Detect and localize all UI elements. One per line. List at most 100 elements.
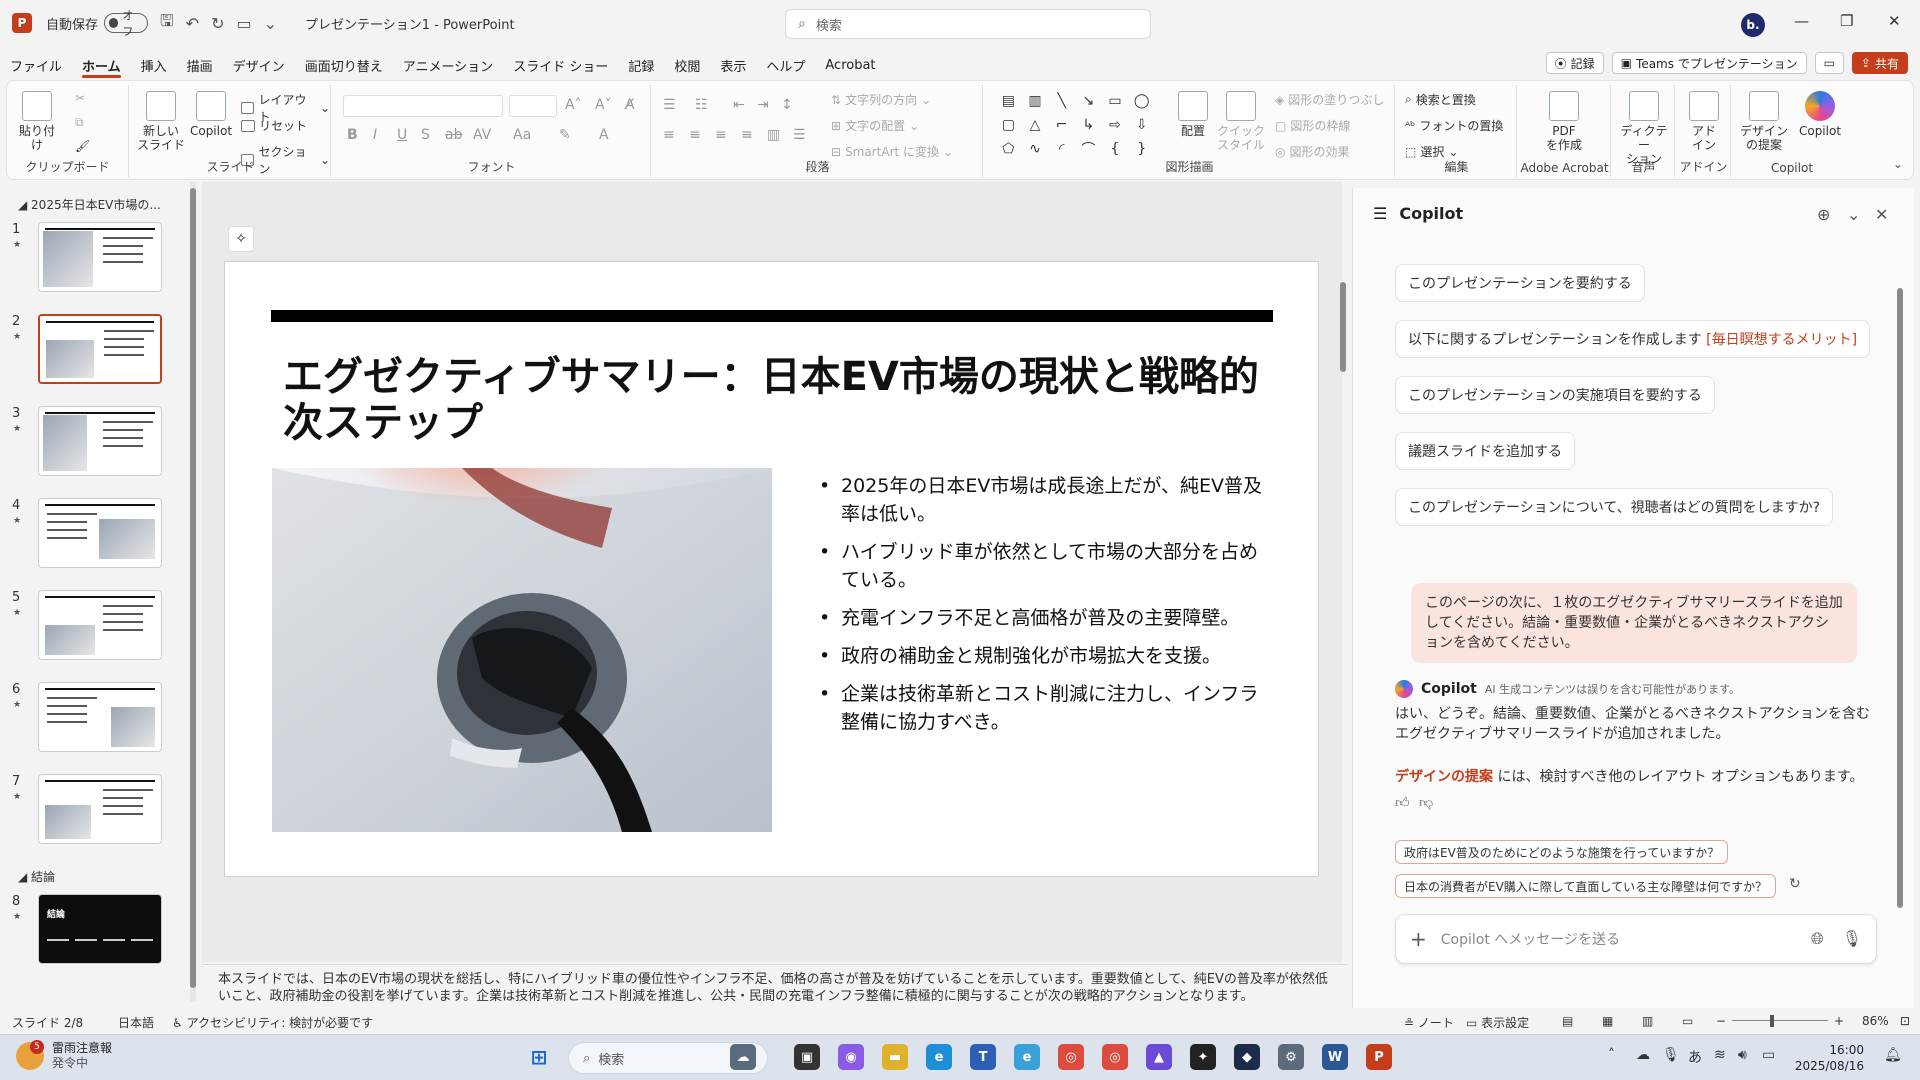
thumbnail-scroll-thumb[interactable] [190,188,196,988]
copilot-menu-icon[interactable]: ☰ [1373,204,1387,223]
cut-icon[interactable]: ✂ [75,91,85,105]
line-spacing-icon[interactable]: ↕ [781,97,793,113]
vertical-textbox-shape-icon[interactable]: ▥ [1028,93,1041,109]
widgets-icon[interactable]: ☁ [730,1044,756,1070]
suggestion-agenda-slide[interactable]: 議題スライドを追加する [1395,432,1575,470]
paste-button[interactable]: 貼り付け [15,91,59,152]
new-chat-icon[interactable]: ⊕ [1817,205,1830,224]
microphone-icon[interactable]: 🎙︎ [1842,929,1862,949]
thumbs-up-icon[interactable]: 👍︎ [1395,794,1410,811]
bold-icon[interactable]: B [347,127,358,143]
powerpoint-taskbar-icon[interactable]: P [1366,1044,1392,1070]
line-shape-icon[interactable]: ╲ [1057,93,1065,109]
textbox-shape-icon[interactable]: ▤ [1002,93,1015,109]
windows-start-icon[interactable]: ⊞ [526,1044,552,1070]
suggestion-action-items[interactable]: このプレゼンテーションの実施項目を要約する [1395,376,1715,414]
shapes-gallery[interactable]: ▤ ▥ ╲ ↘ ▭ ◯ ▢ △ ⌐ ↳ ⇨ ⇩ ⬠ ∿ ◜ ⌒ {} [995,89,1155,161]
speaker-notes[interactable]: 本スライドでは、日本のEV市場の現状を総括し、特にハイブリッド車の優位性やインフ… [202,964,1348,1008]
copy-icon[interactable]: ⧉ [75,115,84,130]
present-from-start-icon[interactable]: ▭ [236,14,251,33]
shape-fill-button[interactable]: ◈ 図形の塗りつぶし [1275,91,1384,108]
shadow-icon[interactable]: S [421,127,430,143]
teams-app-icon[interactable]: T [970,1044,996,1070]
designer-link[interactable]: デザインの提案 [1395,769,1493,785]
designer-button[interactable]: デザイン の提案 [1737,91,1791,152]
comments-button[interactable]: ▭ [1814,52,1844,74]
slide-scrollbar[interactable] [1338,182,1348,962]
copilot-button[interactable]: Copilot [1795,91,1845,138]
edge-icon[interactable]: e [926,1044,952,1070]
tab-11[interactable]: ヘルプ [756,52,815,78]
battery-icon[interactable]: ▭ [1762,1047,1775,1063]
find-replace-button[interactable]: ⌕ 検索と置換 [1405,91,1476,108]
text-direction-button[interactable]: ⇅ 文字列の方向 ⌄ [831,91,931,108]
increase-indent-icon[interactable]: ⇥ [757,97,769,113]
redo-icon[interactable]: ↻ [211,14,224,33]
tab-7[interactable]: スライド ショー [503,52,618,78]
chrome-icon[interactable]: ◎ [1058,1044,1084,1070]
collapse-ribbon-icon[interactable]: ⌄ [1893,157,1903,171]
copilot-app-icon[interactable]: ◉ [838,1044,864,1070]
dictate-button[interactable]: ディクテー ション [1617,91,1671,166]
addins-button[interactable]: アド イン [1683,91,1725,152]
format-painter-icon[interactable]: 🖌 [75,139,90,153]
zoom-in-icon[interactable]: + [1834,1014,1844,1028]
tab-5[interactable]: 画面切り替え [295,52,393,78]
teams-present-button[interactable]: ▣ Teams でプレゼンテーション [1611,52,1807,74]
globe-icon[interactable]: 🌐︎ [1811,929,1824,949]
edge-dev-icon[interactable]: e [1014,1044,1040,1070]
tab-1[interactable]: ホーム [72,52,131,78]
new-slide-button[interactable]: 新しい スライド [137,91,185,152]
undo-icon[interactable]: ↶ [186,14,199,33]
suggestion-audience-questions[interactable]: このプレゼンテーションについて、視聴者はどの質問をしますか? [1395,488,1834,526]
tray-mic-icon[interactable]: 🎙︎ [1662,1047,1680,1063]
davinci-icon[interactable]: ✦ [1190,1044,1216,1070]
change-case-icon[interactable]: Aa [513,127,531,143]
zoom-out-icon[interactable]: − [1716,1014,1726,1028]
slide-bullet-list[interactable]: 2025年の日本EV市場は成長途上だが、純EV普及率は低い。ハイブリッド車が依然… [815,472,1275,746]
slide-thumbnail-7[interactable] [38,774,162,844]
slide-bullet-3[interactable]: 充電インフラ不足と高価格が普及の主要障壁。 [815,604,1275,632]
align-left-icon[interactable]: ≡ [663,127,675,143]
chrome-profile-icon[interactable]: ◎ [1102,1044,1128,1070]
copilot-scrollbar[interactable] [1897,288,1903,908]
distributed-icon[interactable]: ☰ [793,127,806,143]
search-input[interactable]: ⌕ 検索 [785,9,1151,39]
share-button[interactable]: ⇪ 共有 [1851,52,1908,74]
tray-chevron-up-icon[interactable]: ˄ [1608,1047,1615,1063]
customize-qat-icon[interactable]: ⌄ [264,14,277,33]
justify-icon[interactable]: ≡ [741,127,753,143]
tab-8[interactable]: 記録 [618,52,664,78]
section-header-1[interactable]: ◢ 2025年日本EV市場の... [18,196,161,213]
slide-bullet-2[interactable]: ハイブリッド車が依然として市場の大部分を占めている。 [815,538,1275,594]
settings-icon[interactable]: ⚙ [1278,1044,1304,1070]
tab-6[interactable]: アニメーション [393,52,503,78]
task-view-icon[interactable]: ▣ [794,1044,820,1070]
numbering-icon[interactable]: ☷ [695,97,708,113]
font-color-icon[interactable]: A [599,127,609,143]
down-arrow-shape-icon[interactable]: ⇩ [1136,117,1148,133]
reset-button[interactable]: リセット [241,117,307,134]
quick-styles-button[interactable]: クイック スタイル [1213,91,1269,152]
thumbnail-scrollbar[interactable] [190,182,196,1002]
triangle-shape-icon[interactable]: △ [1030,117,1041,133]
autosave-control[interactable]: 自動保存 オフ [46,9,149,38]
close-icon[interactable]: ✕ [1888,12,1901,30]
tab-10[interactable]: 表示 [710,52,756,78]
followup-chip-1[interactable]: 政府はEV普及のためにどのような施策を行っていますか？ [1395,840,1729,864]
thumbs-down-icon[interactable]: 👎︎ [1419,794,1433,811]
tray-network-status-icon[interactable]: ☁ [1636,1047,1650,1063]
copilot-ribbon-button[interactable]: Copilot [189,91,233,138]
slide-thumbnail-1[interactable] [38,222,162,292]
premiere-icon[interactable]: ◆ [1234,1044,1260,1070]
oval-shape-icon[interactable]: ◯ [1134,93,1150,109]
slide-bullet-1[interactable]: 2025年の日本EV市場は成長途上だが、純EV普及率は低い。 [815,472,1275,528]
rectangle-shape-icon[interactable]: ▭ [1108,93,1121,109]
zoom-level[interactable]: 86% [1862,1014,1889,1028]
slide-thumbnail-3[interactable] [38,406,162,476]
fit-slide-icon[interactable]: ⊡ [1900,1014,1910,1028]
replace-fonts-button[interactable]: ᴬᵇ フォントの置換 [1405,117,1503,134]
shrink-font-icon[interactable]: A˅ [595,97,612,113]
zoom-slider-thumb[interactable] [1770,1015,1774,1027]
notification-bell-icon[interactable]: 🔔︎ [1884,1047,1902,1063]
